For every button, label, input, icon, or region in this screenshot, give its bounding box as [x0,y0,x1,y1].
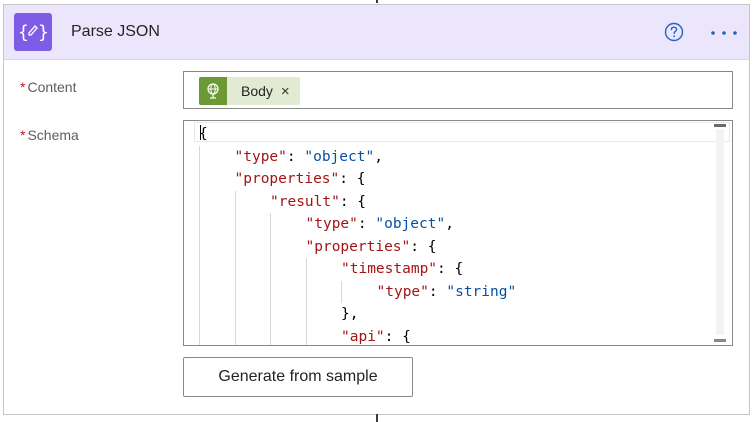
indent-guide [270,235,271,258]
json-punctuation: : { [339,193,367,210]
code-line: "type": "object", [184,213,732,236]
indent-guide [199,168,200,191]
svg-text:{: { [18,22,29,43]
indent-guide [270,258,271,281]
svg-text:}: } [38,22,48,43]
indent-guide [234,280,236,303]
code-line: "api": { [184,325,732,345]
more-options-icon[interactable] [709,23,739,43]
required-marker: * [20,79,26,95]
flow-connector-top [376,0,378,3]
code-line: "timestamp": { [184,258,732,281]
json-string-value: "string" [446,283,517,300]
indent-guide [234,325,236,345]
code-line: "properties": { [184,235,732,258]
content-label: * Content [20,79,77,95]
indent-guide [199,145,200,168]
body-token[interactable]: Body × [199,77,300,105]
http-globe-icon [199,77,227,105]
indent-guide [305,325,307,345]
json-punctuation: : [428,283,447,300]
required-marker: * [20,127,26,143]
scrollbar-end-marker [714,339,726,342]
generate-from-sample-button[interactable]: Generate from sample [183,357,413,397]
indent-guide [234,235,236,258]
action-title: Parse JSON [71,23,160,40]
indent-guide [341,280,342,303]
scrollbar-track[interactable] [716,129,724,335]
code-line: }, [184,303,732,326]
indent-guide [270,213,271,236]
indent-guide [199,213,200,236]
code-line: "type": "object", [184,145,732,168]
indent-guide [305,280,307,303]
indent-guide [199,303,200,326]
json-punctuation: : { [410,238,437,255]
action-header[interactable]: { } Parse JSON [4,5,749,60]
indent-guide [305,258,307,281]
json-key: "properties" [305,238,411,255]
schema-label-text: Schema [27,127,79,143]
schema-code: {"type": "object", "properties": {"result… [184,123,732,345]
indent-guide [234,258,236,281]
json-punctuation: : [286,148,305,165]
indent-guide [270,303,271,326]
indent-guide [234,190,236,213]
indent-guide [199,235,200,258]
json-punctuation: , [445,216,454,232]
json-key: "type" [234,148,287,165]
code-line: { [184,123,732,146]
parse-json-action-card: { } Parse JSON * Content Body × * Schema… [3,4,750,415]
curly-braces-icon: { } [14,13,52,51]
indent-guide [234,213,236,236]
indent-guide [199,325,200,345]
json-punctuation: , [374,148,383,165]
indent-guide [199,280,200,303]
content-label-text: Content [27,79,77,95]
json-key: "api" [341,328,385,345]
json-string-value: "object" [375,216,446,232]
json-string-value: "object" [304,148,375,165]
json-punctuation: }, [341,306,359,322]
close-icon[interactable]: × [281,84,290,99]
json-punctuation: : { [437,261,464,277]
token-label: Body [241,83,273,99]
content-input[interactable]: Body × [183,71,733,109]
json-key: "result" [270,193,340,210]
json-key: "type" [376,283,429,300]
indent-guide [234,303,236,326]
json-punctuation: : { [384,328,411,345]
schema-label: * Schema [20,127,79,143]
indent-guide [270,325,271,345]
json-punctuation: : { [339,171,366,187]
json-key: "timestamp" [341,261,438,277]
schema-code-editor[interactable]: {"type": "object", "properties": {"result… [183,120,733,346]
scrollbar-thumb[interactable] [714,124,726,127]
json-key: "type" [305,216,358,232]
json-punctuation: : [357,216,376,232]
indent-guide [199,190,200,213]
indent-guide [199,258,200,281]
flow-connector-bottom [376,414,378,422]
json-punctuation: { [199,126,208,142]
code-line: "result": { [184,190,732,213]
json-key: "properties" [234,171,340,187]
indent-guide [270,280,271,303]
indent-guide [305,303,307,326]
code-line: "type": "string" [184,280,732,303]
code-line: "properties": { [184,168,732,191]
help-icon[interactable] [664,22,684,42]
